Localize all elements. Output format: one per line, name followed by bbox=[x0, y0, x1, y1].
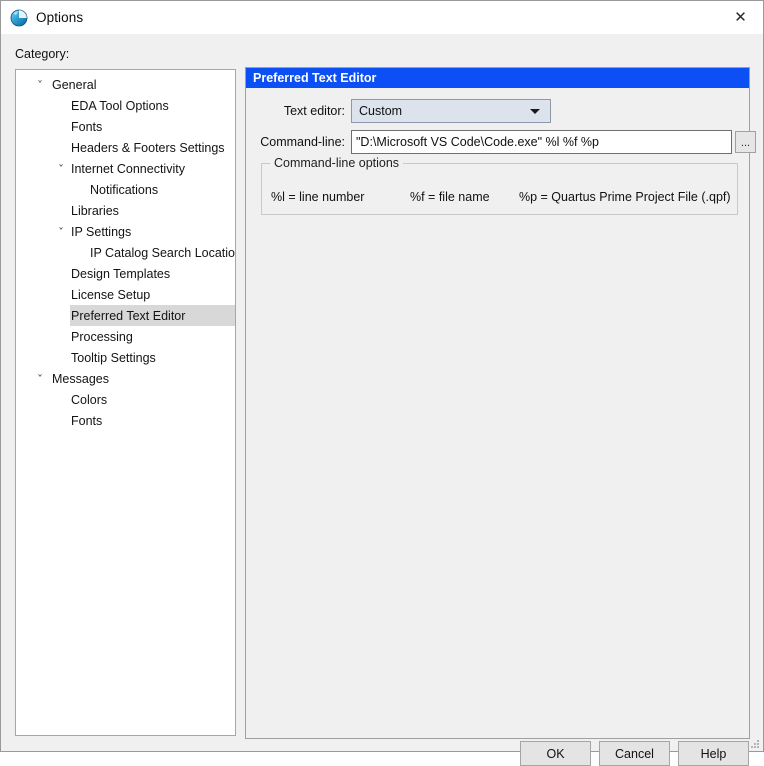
sidebar-item-libraries[interactable]: Libraries bbox=[16, 200, 235, 221]
command-line-row: Command-line: "D:\Microsoft VS Code\Code… bbox=[254, 130, 756, 154]
sidebar-item-ip-settings[interactable]: ˅ IP Settings bbox=[16, 221, 235, 242]
sidebar-item-fonts[interactable]: Fonts bbox=[16, 116, 235, 137]
category-tree-panel[interactable]: ˅ General EDA Tool Options Fonts Headers & F… bbox=[15, 69, 236, 736]
sidebar-item-messages[interactable]: ˅ Messages bbox=[16, 368, 235, 389]
sidebar-item-label: Processing bbox=[71, 329, 133, 344]
dialog-body: Category: ˅ General EDA Tool Options Fonts H… bbox=[1, 34, 763, 766]
options-dialog-window: Options ✕ Category: ˅ General EDA Tool Opt… bbox=[0, 0, 764, 766]
sidebar-item-label: Libraries bbox=[71, 203, 119, 218]
close-icon: ✕ bbox=[734, 8, 747, 26]
chevron-down-icon[interactable]: ˅ bbox=[53, 228, 69, 238]
option-file-name: %f = file name bbox=[410, 190, 490, 204]
sidebar-item-headers-footers-settings[interactable]: Headers & Footers Settings bbox=[16, 137, 235, 158]
sidebar-item-label: IP Catalog Search Locations bbox=[90, 245, 236, 260]
sidebar-item-eda-tool-options[interactable]: EDA Tool Options bbox=[16, 95, 235, 116]
command-line-options-group: Command-line options %l = line number %f… bbox=[261, 156, 738, 215]
sidebar-item-general[interactable]: ˅ General bbox=[16, 74, 235, 95]
sidebar-item-label: Fonts bbox=[71, 119, 103, 134]
sidebar-item-label: Design Templates bbox=[71, 266, 171, 281]
sidebar-item-notifications[interactable]: Notifications bbox=[16, 179, 235, 200]
chevron-down-icon[interactable]: ˅ bbox=[53, 165, 69, 175]
sidebar-item-label: Fonts bbox=[71, 413, 103, 428]
text-editor-label: Text editor: bbox=[283, 104, 345, 118]
chevron-down-icon[interactable]: ˅ bbox=[32, 375, 48, 385]
browse-button[interactable]: ... bbox=[735, 131, 756, 153]
category-label: Category: bbox=[15, 47, 70, 61]
sidebar-item-label: IP Settings bbox=[71, 224, 132, 239]
close-button[interactable]: ✕ bbox=[718, 2, 763, 34]
dialog-footer: OK Cancel Help bbox=[520, 741, 749, 766]
ok-button[interactable]: OK bbox=[520, 741, 591, 766]
sidebar-item-label: Tooltip Settings bbox=[71, 350, 156, 365]
text-editor-row: Text editor: Custom bbox=[254, 99, 551, 123]
resize-grip[interactable] bbox=[750, 738, 760, 748]
sidebar-item-tooltip-settings[interactable]: Tooltip Settings bbox=[16, 347, 235, 368]
sidebar-item-label: General bbox=[52, 77, 97, 92]
option-line-number: %l = line number bbox=[271, 190, 365, 204]
command-line-options-title: Command-line options bbox=[270, 156, 404, 170]
category-tree: ˅ General EDA Tool Options Fonts Headers & F… bbox=[16, 70, 235, 431]
sidebar-item-label: License Setup bbox=[71, 287, 151, 302]
cancel-button[interactable]: Cancel bbox=[599, 741, 670, 766]
sidebar-item-label: Preferred Text Editor bbox=[71, 308, 186, 323]
command-line-input[interactable]: "D:\Microsoft VS Code\Code.exe" %l %f %p bbox=[351, 130, 732, 154]
sidebar-item-internet-connectivity[interactable]: ˅ Internet Connectivity bbox=[16, 158, 235, 179]
command-line-label: Command-line: bbox=[260, 135, 345, 149]
sidebar-item-label: Internet Connectivity bbox=[71, 161, 185, 176]
option-project-file: %p = Quartus Prime Project File (.qpf) bbox=[519, 190, 731, 204]
chevron-down-icon[interactable]: ˅ bbox=[32, 81, 48, 91]
panel-header: Preferred Text Editor bbox=[246, 68, 749, 88]
sidebar-item-label: Headers & Footers Settings bbox=[71, 140, 225, 155]
sidebar-item-license-setup[interactable]: License Setup bbox=[16, 284, 235, 305]
sidebar-item-label: Colors bbox=[71, 392, 108, 407]
sidebar-item-label: EDA Tool Options bbox=[71, 98, 169, 113]
text-editor-select[interactable]: Custom bbox=[351, 99, 551, 123]
chevron-down-icon bbox=[530, 109, 540, 114]
sidebar-item-ip-catalog-search-locations[interactable]: IP Catalog Search Locations bbox=[16, 242, 235, 263]
sidebar-item-preferred-text-editor[interactable]: Preferred Text Editor bbox=[70, 305, 235, 326]
text-editor-value: Custom bbox=[359, 104, 403, 118]
sidebar-item-colors[interactable]: Colors bbox=[16, 389, 235, 410]
sidebar-item-label: Notifications bbox=[90, 182, 159, 197]
sidebar-item-design-templates[interactable]: Design Templates bbox=[16, 263, 235, 284]
window-title: Options bbox=[36, 10, 84, 25]
sidebar-item-label: Messages bbox=[52, 371, 109, 386]
sidebar-item-fonts[interactable]: Fonts bbox=[16, 410, 235, 431]
quartus-sphere-icon bbox=[10, 9, 28, 27]
sidebar-item-processing[interactable]: Processing bbox=[16, 326, 235, 347]
preferred-text-editor-panel: Preferred Text Editor Text editor: Custo… bbox=[245, 67, 756, 739]
help-button[interactable]: Help bbox=[678, 741, 749, 766]
title-bar: Options ✕ bbox=[1, 1, 763, 34]
